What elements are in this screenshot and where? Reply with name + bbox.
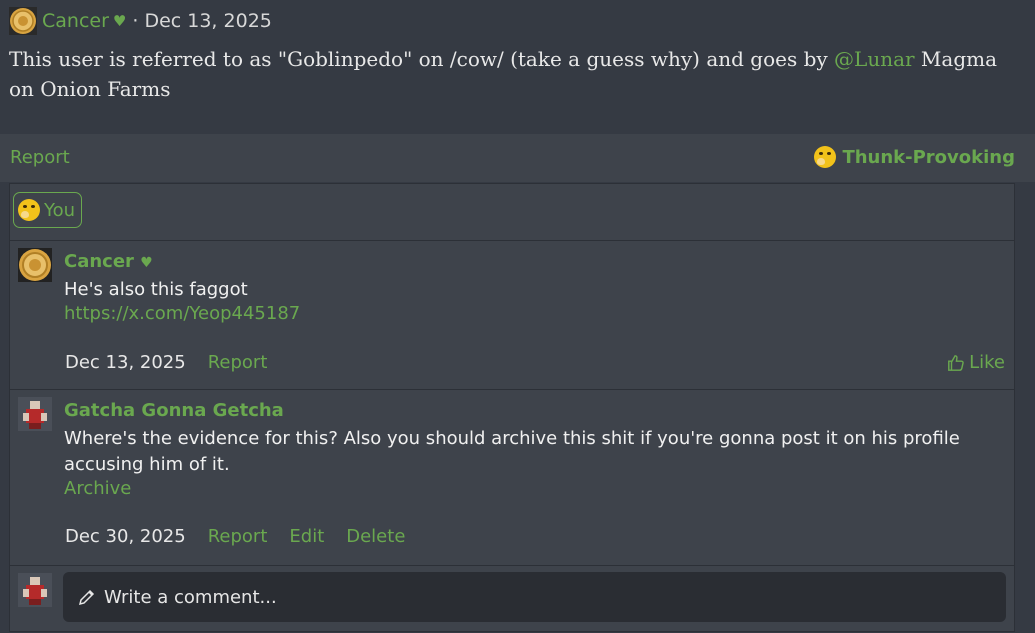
thumbs-up-icon: [948, 354, 964, 371]
comment-date[interactable]: Dec 13, 2025: [65, 352, 186, 373]
comment-url-link[interactable]: https://x.com/Yeop445187: [64, 303, 300, 324]
comments-section: You Cancer ♥ He's also this faggot https…: [9, 183, 1015, 632]
comment-input-placeholder: Write a comment...: [104, 586, 277, 608]
author-avatar[interactable]: [9, 7, 37, 35]
separator: ·: [132, 10, 139, 32]
comment-author-name: Cancer: [64, 251, 134, 272]
comment-text: He's also this faggot: [64, 279, 248, 300]
current-user-avatar[interactable]: [18, 573, 52, 607]
reactors-row: You: [10, 184, 1014, 241]
comment-footer: Dec 30, 2025 Report Edit Delete: [65, 526, 427, 547]
like-label: Like: [969, 352, 1005, 373]
comment-author-link[interactable]: Gatcha Gonna Getcha: [64, 400, 284, 421]
comment-report-link[interactable]: Report: [208, 352, 268, 373]
comment-footer: Dec 13, 2025 Report: [65, 352, 289, 373]
comment-report-link[interactable]: Report: [208, 526, 268, 547]
heart-icon: ♥: [112, 12, 127, 30]
reaction-summary[interactable]: Thunk-Provoking: [814, 146, 1015, 168]
comment-delete-link[interactable]: Delete: [346, 526, 405, 547]
comment-edit-link[interactable]: Edit: [289, 526, 324, 547]
post-body: This user is referred to as "Goblinpedo"…: [9, 44, 1009, 104]
pencil-icon: [78, 589, 95, 606]
comment-date[interactable]: Dec 30, 2025: [65, 526, 186, 547]
post-action-bar: Report Thunk-Provoking: [0, 134, 1035, 182]
comment-author-link[interactable]: Cancer ♥: [64, 251, 153, 272]
user-mention-link[interactable]: @Lunar: [834, 47, 915, 71]
reactor-you-label: You: [44, 199, 76, 221]
reaction-label: Thunk-Provoking: [842, 146, 1015, 168]
comment-input[interactable]: Write a comment...: [63, 572, 1006, 622]
thinking-face-icon: [18, 199, 40, 221]
comment-text: Where's the evidence for this? Also you …: [64, 428, 960, 475]
post-author-link[interactable]: Cancer: [42, 10, 109, 32]
reactor-you-pill[interactable]: You: [13, 192, 83, 228]
post-body-text-start: This user is referred to as "Goblinpedo"…: [9, 47, 835, 71]
comment-item: Gatcha Gonna Getcha Where's the evidence…: [10, 389, 1014, 566]
comment-composer-row: Write a comment...: [10, 565, 1014, 633]
post-meta: Cancer ♥ · Dec 13, 2025: [9, 7, 272, 35]
profile-post: Cancer ♥ · Dec 13, 2025 This user is ref…: [0, 0, 1035, 134]
comment-avatar[interactable]: [18, 248, 52, 282]
archive-link[interactable]: Archive: [64, 478, 131, 499]
heart-icon: ♥: [140, 255, 153, 271]
report-link[interactable]: Report: [10, 147, 70, 168]
comment-avatar[interactable]: [18, 397, 52, 431]
thinking-face-icon: [814, 146, 837, 168]
like-button[interactable]: Like: [947, 352, 1005, 373]
post-date: · Dec 13, 2025: [132, 10, 272, 32]
comment-item: Cancer ♥ He's also this faggot https://x…: [10, 240, 1014, 390]
post-date-text: Dec 13, 2025: [144, 10, 272, 32]
